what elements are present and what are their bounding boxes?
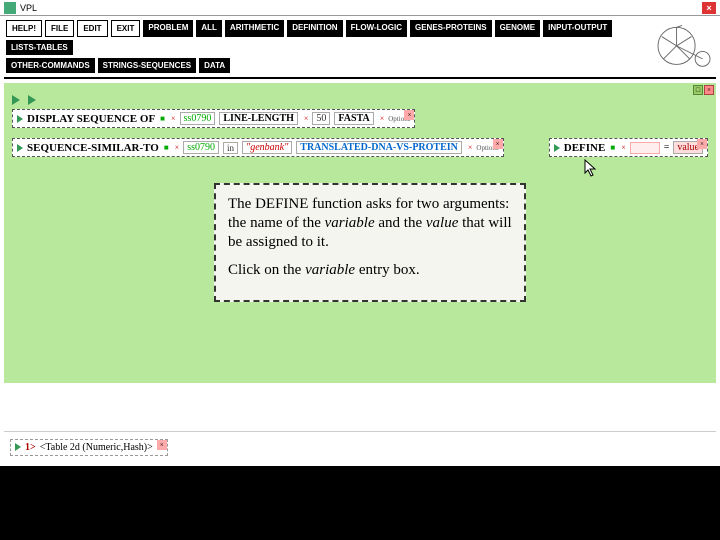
help-tooltip: The DEFINE function asks for two argumen… <box>214 183 526 302</box>
toolbar-button-inputoutput[interactable]: INPUT-OUTPUT <box>543 20 612 37</box>
toolbar-button-othercommands[interactable]: OTHER-COMMANDS <box>6 58 95 73</box>
arrow-icon <box>17 144 23 152</box>
window-close-button[interactable]: × <box>702 2 716 14</box>
delete-icon[interactable]: × <box>171 114 176 123</box>
app-window: VPL × HELP!FILEEDITEXITPROBLEMALLARITHME… <box>0 0 720 466</box>
toolbar-button-help[interactable]: HELP! <box>6 20 42 37</box>
toolbar-button-stringssequences[interactable]: STRINGS-SEQUENCES <box>98 58 196 73</box>
workspace-panel: □ × × DISPLAY SEQUENCE OF ■ × ss0790 LINE… <box>4 83 716 383</box>
tooltip-text: Click on the <box>228 262 305 278</box>
arrow-icon <box>17 115 23 123</box>
status-icon: ■ <box>610 143 615 152</box>
panel-close-button[interactable]: × <box>704 85 714 95</box>
titlebar: VPL × <box>0 0 720 16</box>
keyword-chip[interactable]: LINE-LENGTH <box>219 112 298 125</box>
expr-close-icon[interactable]: × <box>404 110 414 120</box>
delete-icon[interactable]: × <box>380 114 385 123</box>
keyword-chip[interactable]: FASTA <box>334 112 373 125</box>
arg-chip[interactable]: "genbank" <box>242 141 292 154</box>
tooltip-text: entry box. <box>355 262 420 278</box>
toolbar-button-definition[interactable]: DEFINITION <box>287 20 342 37</box>
arrow-icon <box>15 443 21 451</box>
result-prefix: 1> <box>25 442 36 453</box>
delete-icon[interactable]: × <box>468 143 473 152</box>
delete-icon[interactable]: × <box>621 143 626 152</box>
in-label: in <box>223 142 238 154</box>
arrow-icon <box>554 144 560 152</box>
status-icon: ■ <box>160 114 165 123</box>
toolbar-button-problem[interactable]: PROBLEM <box>143 20 193 37</box>
delete-icon[interactable]: × <box>304 114 309 123</box>
tooltip-emphasis: variable <box>325 215 375 231</box>
define-label: DEFINE <box>564 142 606 154</box>
expression-row-1: × DISPLAY SEQUENCE OF ■ × ss0790 LINE-LEN… <box>12 109 708 128</box>
toolbar-button-data[interactable]: DATA <box>199 58 230 73</box>
toolbar: HELP!FILEEDITEXITPROBLEMALLARITHMETICDEF… <box>0 16 720 77</box>
function-name: SEQUENCE-SIMILAR-TO <box>27 142 159 154</box>
function-name: DISPLAY SEQUENCE OF <box>27 113 155 125</box>
toolbar-button-arithmetic[interactable]: ARITHMETIC <box>225 20 284 37</box>
result-text: <Table 2d (Numeric,Hash)> <box>40 442 153 453</box>
equals-label: = <box>664 142 670 153</box>
expression-box[interactable]: × DISPLAY SEQUENCE OF ■ × ss0790 LINE-LEN… <box>12 109 415 128</box>
tooltip-emphasis: variable <box>305 262 355 278</box>
insertion-arrows <box>12 95 708 105</box>
expression-box[interactable]: × SEQUENCE-SIMILAR-TO ■ × ss0790 in "genb… <box>12 138 504 157</box>
tooltip-text: and the <box>375 215 426 231</box>
arrow-icon[interactable] <box>12 95 20 105</box>
toolbar-button-exit[interactable]: EXIT <box>111 20 141 37</box>
toolbar-button-liststables[interactable]: LISTS-TABLES <box>6 40 73 55</box>
arg-chip[interactable]: ss0790 <box>183 141 219 154</box>
toolbar-button-genome[interactable]: GENOME <box>495 20 541 37</box>
define-box[interactable]: × DEFINE ■× = value <box>549 138 708 157</box>
toolbar-button-edit[interactable]: EDIT <box>77 20 107 37</box>
variable-entry-box[interactable] <box>630 142 660 154</box>
app-icon <box>4 2 16 14</box>
toolbar-divider <box>4 77 716 79</box>
toolbar-button-all[interactable]: ALL <box>196 20 222 37</box>
result-close-icon[interactable]: × <box>157 440 167 450</box>
arrow-icon[interactable] <box>28 95 36 105</box>
cursor-icon <box>584 159 600 179</box>
arg-chip[interactable]: ss0790 <box>180 112 216 125</box>
bicycle-logo <box>656 18 712 70</box>
keyword-chip[interactable]: TRANSLATED-DNA-VS-PROTEIN <box>296 141 462 154</box>
window-title: VPL <box>20 3 37 13</box>
result-box[interactable]: × 1> <Table 2d (Numeric,Hash)> <box>10 439 168 456</box>
expr-close-icon[interactable]: × <box>697 139 707 149</box>
panel-maximize-button[interactable]: □ <box>693 85 703 95</box>
toolbar-button-flowlogic[interactable]: FLOW-LOGIC <box>346 20 407 37</box>
tooltip-emphasis: value <box>426 215 458 231</box>
expr-close-icon[interactable]: × <box>493 139 503 149</box>
toolbar-button-file[interactable]: FILE <box>45 20 74 37</box>
result-panel: × 1> <Table 2d (Numeric,Hash)> <box>4 431 716 462</box>
status-icon: ■ <box>164 143 169 152</box>
panel-controls: □ × <box>693 85 714 95</box>
expression-row-2: × SEQUENCE-SIMILAR-TO ■ × ss0790 in "genb… <box>12 138 708 157</box>
arg-chip[interactable]: 50 <box>312 112 330 125</box>
toolbar-button-genesproteins[interactable]: GENES-PROTEINS <box>410 20 492 37</box>
delete-icon[interactable]: × <box>175 143 180 152</box>
